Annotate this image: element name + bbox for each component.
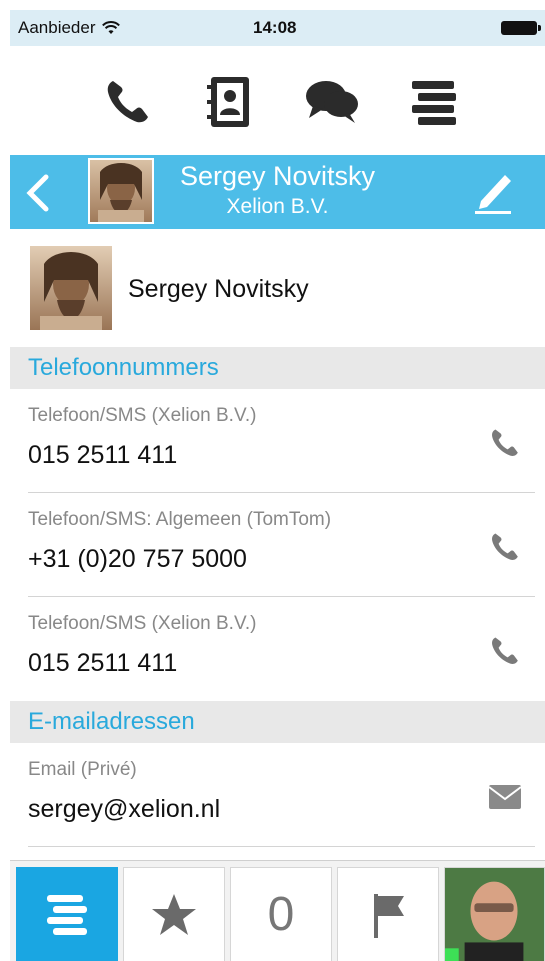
contact-photo [30,246,112,330]
contact-summary: Sergey Novitsky [10,229,545,347]
list-icon [47,894,87,935]
tab-flagged[interactable] [337,867,439,961]
missed-count: 0 [267,888,295,941]
call-icon[interactable] [485,527,525,567]
phone-number: 015 2511 411 [28,649,178,677]
phone-icon[interactable] [100,74,156,130]
contacts-icon[interactable] [202,74,258,130]
divider [28,846,535,847]
tab-missed[interactable]: 0 [230,867,332,961]
header-company: Xelion B.V. [226,195,329,218]
star-icon [152,893,196,935]
email-label: Email (Privé) [28,759,137,780]
phone-row[interactable]: Telefoon/SMS (Xelion B.V.) 015 2511 411 [10,597,545,701]
contact-header: Sergey Novitsky Xelion B.V. [10,155,545,229]
tab-favorites[interactable] [123,867,225,961]
email-row[interactable]: Email (Privé) sergey@xelion.nl [10,743,545,847]
mail-icon[interactable] [485,777,525,817]
call-icon[interactable] [485,631,525,671]
carrier-label: Aanbieder [18,18,96,37]
header-name: Sergey Novitsky [179,161,376,191]
contact-name: Sergey Novitsky [128,275,309,303]
phone-label: Telefoon/SMS: Algemeen (TomTom) [28,509,332,530]
emails-section-header: E-mailadressen [10,701,545,743]
phones-section-header: Telefoonnummers [10,347,545,389]
email-address: sergey@xelion.nl [28,795,221,823]
tab-profile[interactable] [444,867,545,961]
carrier-group: Aanbieder [18,18,120,38]
list-icon[interactable] [406,74,462,130]
status-bar: Aanbieder 14:08 [10,10,545,46]
phone-number: +31 (0)20 757 5000 [28,545,247,573]
battery-icon [501,21,541,35]
tab-bar: 0 [10,860,545,961]
phone-label: Telefoon/SMS (Xelion B.V.) [28,613,257,634]
phone-row[interactable]: Telefoon/SMS (Xelion B.V.) 015 2511 411 [10,389,545,493]
chat-icon[interactable] [304,74,360,130]
user-avatar [445,868,544,961]
flag-icon [374,893,404,938]
phone-row[interactable]: Telefoon/SMS: Algemeen (TomTom) +31 (0)2… [10,493,545,597]
phone-label: Telefoon/SMS (Xelion B.V.) [28,405,257,426]
top-nav [10,46,545,152]
tab-list[interactable] [16,867,118,961]
call-icon[interactable] [485,423,525,463]
wifi-icon [101,21,120,34]
phone-number: 015 2511 411 [28,441,178,469]
edit-icon[interactable] [471,167,515,215]
clock: 14:08 [253,18,297,37]
